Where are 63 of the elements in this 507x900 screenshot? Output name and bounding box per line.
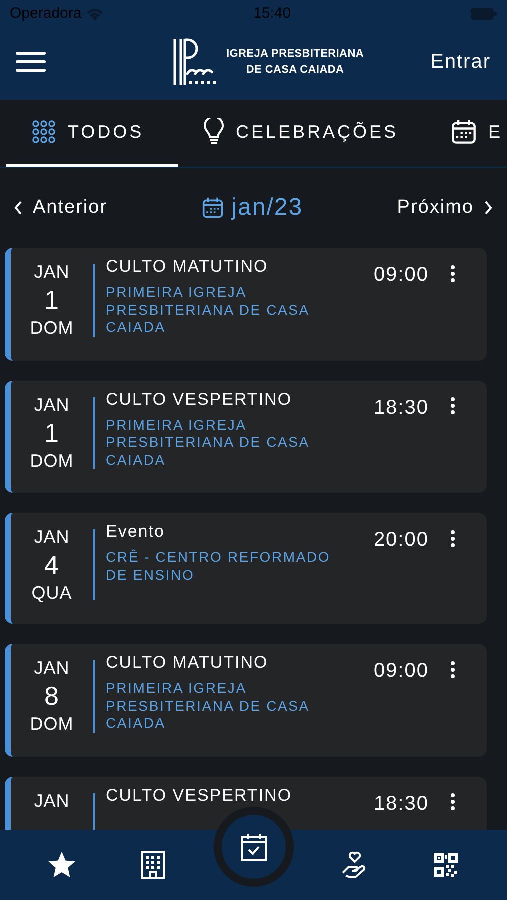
event-card[interactable]: JAN CULTO VESPERTINO 18:30 xyxy=(5,776,487,830)
more-icon xyxy=(450,793,456,812)
event-card[interactable]: JAN 1 DOM CULTO VESPERTINO PRIMEIRA IGREJA PRESBITERIANA DE CASA CAIADA 18:30 xyxy=(5,380,487,493)
clock: 15:40 xyxy=(254,4,292,24)
calendar-check-icon xyxy=(240,833,266,861)
event-time: 09:00 xyxy=(374,263,430,288)
battery-icon xyxy=(470,8,497,20)
event-location: PRIMEIRA IGREJA PRESBITERIANA DE CASA CAIADA xyxy=(106,680,310,732)
more-icon xyxy=(450,660,456,679)
event-time: 18:30 xyxy=(374,792,430,816)
event-title: CULTO VESPERTINO xyxy=(106,390,294,408)
building-icon xyxy=(140,851,166,879)
event-card[interactable]: JAN 8 DOM CULTO MATUTINO PRIMEIRA IGREJA PRESBITERIANA DE CASA CAIADA 09:00 xyxy=(5,644,487,756)
event-day: 1 xyxy=(11,285,93,316)
menu-button[interactable] xyxy=(16,50,46,74)
event-month: JAN xyxy=(33,790,71,812)
qr-code-icon xyxy=(434,853,458,877)
event-weekday: DOM xyxy=(29,317,75,340)
heart-hand-icon xyxy=(340,851,368,879)
calendar-icon xyxy=(202,197,224,219)
event-title: CULTO VESPERTINO xyxy=(106,786,294,804)
event-month: JAN xyxy=(33,261,71,284)
logo-icon xyxy=(172,37,219,87)
event-weekday: DOM xyxy=(29,450,75,473)
next-button[interactable]: Próximo xyxy=(397,194,493,222)
event-month: JAN xyxy=(33,526,71,549)
event-day: 1 xyxy=(11,418,93,449)
tab[interactable]: TODOS xyxy=(6,100,178,167)
event-location: PRIMEIRA IGREJA PRESBITERIANA DE CASA CAIADA xyxy=(106,416,310,469)
login-button[interactable]: Entrar xyxy=(430,47,491,77)
church-name: IGREJA PRESBITERIANA xyxy=(226,47,364,62)
grid-icon xyxy=(32,120,56,144)
wifi-icon xyxy=(86,8,104,20)
more-icon xyxy=(450,397,456,416)
event-weekday: QUA xyxy=(30,582,74,606)
event-time: 18:30 xyxy=(374,396,430,420)
church-name: DE CASA CAIADA xyxy=(245,63,346,78)
event-time: 20:00 xyxy=(374,528,430,553)
event-month: JAN xyxy=(33,394,71,416)
event-location: PRIMEIRA IGREJA PRESBITERIANA DE CASA CAIADA xyxy=(106,284,310,336)
event-card[interactable]: JAN 4 QUA Evento CRÊ - CENTRO REFORMADO DE ENSINO 20:00 xyxy=(5,513,487,624)
chevron-left-icon xyxy=(14,201,23,215)
chevron-right-icon xyxy=(484,201,493,215)
more-icon xyxy=(450,264,456,283)
tab[interactable]: E xyxy=(424,100,507,167)
event-month: JAN xyxy=(33,657,71,680)
event-location: CRÊ - CENTRO REFORMADO DE ENSINO xyxy=(106,549,332,584)
current-month: jan/23 xyxy=(232,193,304,223)
previous-button[interactable]: Anterior xyxy=(14,194,108,222)
event-title: Evento xyxy=(106,523,166,541)
event-time: 09:00 xyxy=(374,659,430,684)
event-title: CULTO MATUTINO xyxy=(106,258,270,276)
calendar-icon xyxy=(450,119,477,145)
event-weekday: DOM xyxy=(29,713,75,736)
event-card[interactable]: JAN 1 DOM CULTO MATUTINO PRIMEIRA IGREJA PRESBITERIANA DE CASA CAIADA 09:00 xyxy=(5,248,487,360)
lightbulb-icon xyxy=(204,118,224,146)
event-day: 8 xyxy=(11,681,93,712)
tab[interactable]: CELEBRAÇÕES xyxy=(178,100,425,167)
event-title: CULTO MATUTINO xyxy=(106,654,270,672)
more-icon xyxy=(450,530,456,548)
event-day: 4 xyxy=(11,550,93,582)
carrier-name: Operadora xyxy=(10,4,82,24)
star-icon xyxy=(46,850,76,880)
